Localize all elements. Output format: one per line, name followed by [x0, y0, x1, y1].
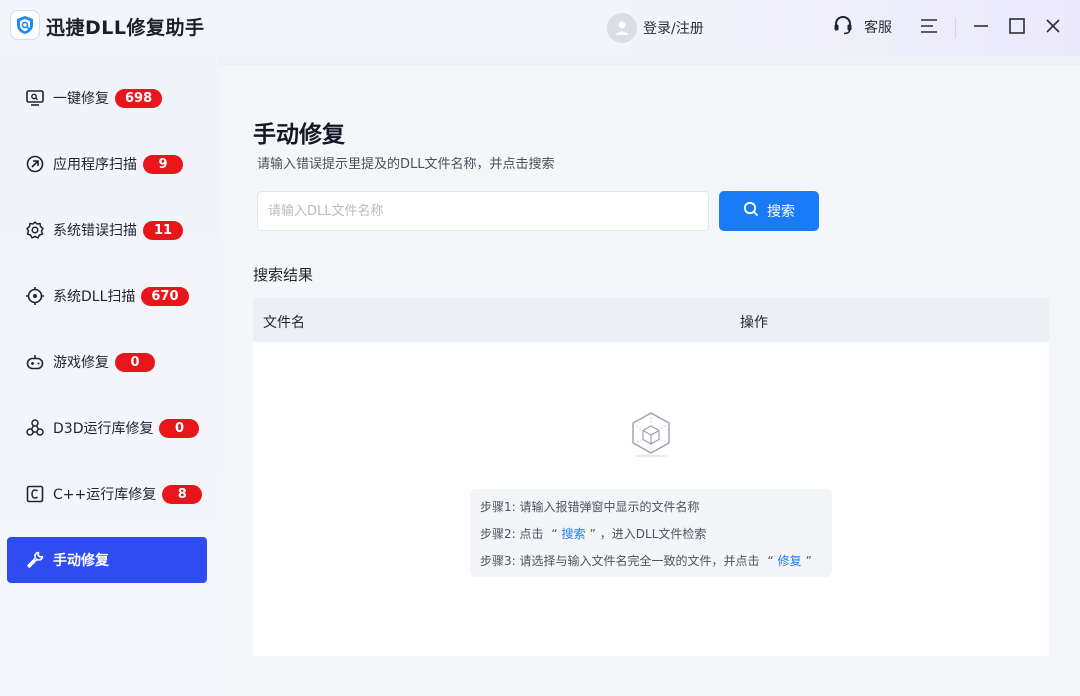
sidebar-item-label: 系统DLL扫描 [53, 289, 136, 305]
count-badge: 698 [115, 88, 163, 108]
quote-open: “ [551, 527, 558, 541]
quote-close: ” [589, 527, 596, 541]
maximize-icon[interactable] [1005, 14, 1029, 38]
results-title: 搜索结果 [253, 266, 314, 284]
app-scan-icon [24, 153, 46, 175]
sidebar-item-label: 系统错误扫描 [53, 223, 137, 239]
sidebar-item-label: 应用程序扫描 [53, 157, 137, 173]
empty-box-icon [629, 410, 673, 458]
avatar-icon [607, 13, 637, 43]
sidebar: 一键修复 698 应用程序扫描 9 系统错误扫描 11 系统DLL扫描 670 … [0, 56, 218, 696]
app-title: 迅捷DLL修复助手 [46, 17, 205, 39]
sidebar-item-one-click-repair[interactable]: 一键修复 698 [7, 75, 207, 121]
title-bar: 迅捷DLL修复助手 登录/注册 客服 [0, 0, 1080, 56]
column-header-filename: 文件名 [263, 315, 305, 331]
sidebar-item-label: 一键修复 [53, 91, 109, 107]
sidebar-item-label: C++运行库修复 [53, 487, 157, 503]
customer-service-button[interactable]: 客服 [832, 14, 892, 40]
login-button[interactable]: 登录/注册 [607, 13, 704, 43]
count-badge: 0 [115, 352, 155, 372]
sidebar-item-label: D3D运行库修复 [53, 421, 154, 437]
sidebar-item-system-error-scan[interactable]: 系统错误扫描 11 [7, 207, 207, 253]
step-2-prefix: 步骤2: 点击 [480, 527, 544, 541]
quote-open: “ [767, 554, 774, 568]
step-3-prefix: 步骤3: 请选择与输入文件名完全一致的文件，并点击 [480, 554, 760, 568]
page-subtitle: 请输入错误提示里提及的DLL文件名称，并点击搜索 [257, 157, 555, 172]
step-3-text: 步骤3: 请选择与输入文件名完全一致的文件，并点击 “ 修复” [480, 550, 832, 577]
search-button[interactable]: 搜索 [719, 191, 819, 231]
count-badge: 11 [143, 220, 183, 240]
table-header: 文件名 操作 [253, 298, 1049, 342]
wrench-icon [24, 549, 46, 571]
count-badge: 9 [143, 154, 183, 174]
instructions-box: 步骤1: 请输入报错弹窗中显示的文件名称 步骤2: 点击 “搜索” ，进入DLL文… [470, 489, 832, 577]
sidebar-item-d3d-repair[interactable]: D3D运行库修复 0 [7, 405, 207, 451]
app-logo-icon [10, 10, 40, 40]
page-title: 手动修复 [253, 122, 345, 148]
step-1-text: 步骤1: 请输入报错弹窗中显示的文件名称 [480, 500, 700, 514]
sidebar-item-manual-repair[interactable]: 手动修复 [7, 537, 207, 583]
c-box-icon [24, 483, 46, 505]
column-header-action: 操作 [740, 315, 768, 331]
sidebar-item-label: 游戏修复 [53, 355, 109, 371]
service-label: 客服 [864, 20, 892, 36]
d3d-nodes-icon [24, 417, 46, 439]
headset-icon [832, 14, 854, 40]
search-link[interactable]: 搜索 [562, 527, 586, 541]
sidebar-item-game-repair[interactable]: 游戏修复 0 [7, 339, 207, 385]
main-panel: 手动修复 请输入错误提示里提及的DLL文件名称，并点击搜索 搜索 搜索结果 文件… [218, 65, 1080, 696]
minimize-icon[interactable] [969, 14, 993, 38]
step-2-suffix: ，进入DLL文件检索 [599, 527, 707, 541]
gamepad-icon [24, 351, 46, 373]
gear-icon [24, 219, 46, 241]
close-icon[interactable] [1041, 14, 1065, 38]
sidebar-item-label: 手动修复 [53, 553, 109, 569]
sidebar-item-app-scan[interactable]: 应用程序扫描 9 [7, 141, 207, 187]
results-table: 文件名 操作 步骤1: 请输入报错弹窗中显示的文件名称 步骤2: 点击 “搜索”… [253, 298, 1049, 656]
count-badge: 670 [141, 286, 189, 306]
menu-icon[interactable] [917, 14, 941, 38]
quote-close: ” [805, 554, 812, 568]
search-icon [743, 201, 759, 221]
repair-link[interactable]: 修复 [778, 554, 802, 568]
search-button-label: 搜索 [767, 204, 795, 220]
count-badge: 0 [159, 418, 200, 438]
dll-search-input[interactable] [257, 191, 709, 231]
title-divider [955, 18, 956, 38]
sidebar-item-system-dll-scan[interactable]: 系统DLL扫描 670 [7, 273, 207, 319]
monitor-repair-icon [24, 87, 46, 109]
count-badge: 8 [162, 484, 203, 504]
sidebar-item-cpp-repair[interactable]: C++运行库修复 8 [7, 471, 207, 517]
target-icon [24, 285, 46, 307]
step-2-text: 步骤2: 点击 “ 搜索” ，进入DLL文件检索 [480, 523, 832, 550]
login-label: 登录/注册 [643, 21, 704, 37]
